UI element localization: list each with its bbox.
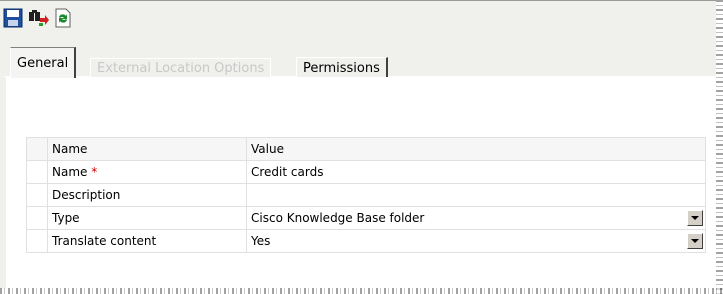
properties-panel: General External Location Options Permis… <box>0 0 716 289</box>
translate-content-select-value: Yes <box>251 234 271 248</box>
property-label: Name <box>52 165 88 179</box>
properties-grid: Name Value Name * Credit cards Descripti… <box>26 137 706 253</box>
torn-edge-right <box>716 0 723 294</box>
type-select-value: Cisco Knowledge Base folder <box>251 211 425 225</box>
column-header-value: Value <box>246 137 706 161</box>
property-name-cell: Name * <box>47 160 247 184</box>
refresh-button[interactable] <box>52 7 74 29</box>
required-marker: * <box>91 165 98 179</box>
type-select[interactable]: Cisco Knowledge Base folder <box>246 206 706 230</box>
row-selector[interactable] <box>26 183 48 207</box>
toolbar <box>2 7 74 33</box>
dropdown-arrow-icon[interactable] <box>687 210 703 226</box>
tab-external-location-options: External Location Options <box>90 58 272 78</box>
property-name-cell: Description <box>47 183 247 207</box>
tab-permissions[interactable]: Permissions <box>296 57 388 78</box>
translate-content-select[interactable]: Yes <box>246 229 706 253</box>
property-label: Type <box>52 211 80 225</box>
grid-header-row: Name Value <box>26 137 706 161</box>
grid-row-name: Name * Credit cards <box>26 160 706 184</box>
tab-permissions-label: Permissions <box>303 60 380 76</box>
grid-row-description: Description <box>26 183 706 207</box>
property-label: Translate content <box>52 234 157 248</box>
tab-general[interactable]: General <box>10 47 77 78</box>
row-selector[interactable] <box>26 206 48 230</box>
refresh-icon <box>55 8 71 28</box>
column-header-name: Name <box>47 137 247 161</box>
dropdown-arrow-icon[interactable] <box>687 233 703 249</box>
tab-external-location-options-label: External Location Options <box>97 61 265 76</box>
row-selector[interactable] <box>26 229 48 253</box>
save-button[interactable] <box>2 7 24 29</box>
row-selector[interactable] <box>26 160 48 184</box>
torn-edge-bottom <box>0 288 723 294</box>
tab-general-label: General <box>17 55 69 71</box>
name-value-field[interactable]: Credit cards <box>246 160 706 184</box>
find-replace-button[interactable] <box>27 7 49 29</box>
grid-row-type: Type Cisco Knowledge Base folder <box>26 206 706 230</box>
save-icon <box>3 8 23 28</box>
description-value-field[interactable] <box>246 183 706 207</box>
find-replace-icon <box>29 10 49 26</box>
property-label: Description <box>52 188 121 202</box>
property-name-cell: Translate content <box>47 229 247 253</box>
property-name-cell: Type <box>47 206 247 230</box>
row-selector-header <box>26 137 48 161</box>
grid-row-translate-content: Translate content Yes <box>26 229 706 253</box>
tab-strip: General External Location Options Permis… <box>4 43 716 78</box>
